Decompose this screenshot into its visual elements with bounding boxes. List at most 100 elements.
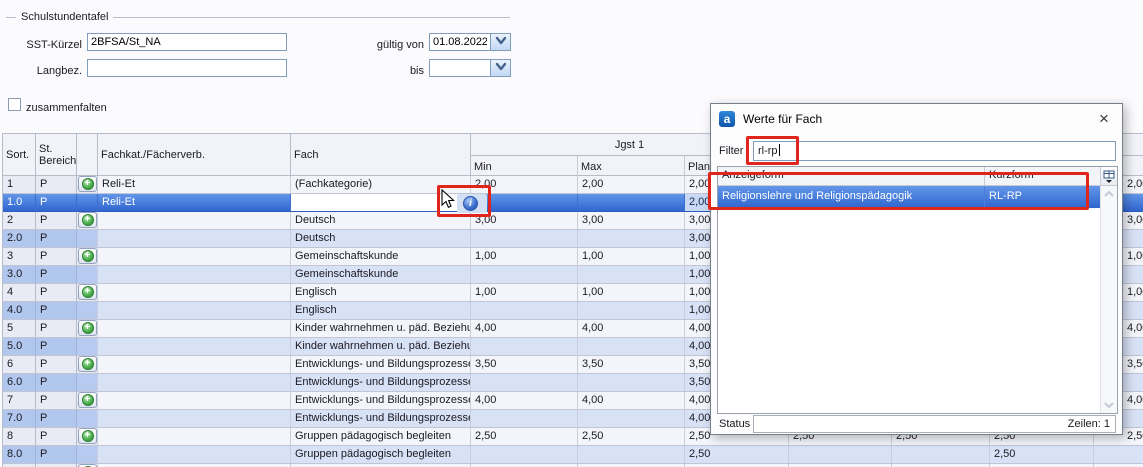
cell-max-jgst1[interactable] <box>578 374 685 392</box>
cell-bereich[interactable]: P <box>36 176 77 194</box>
cell-min-jgst1[interactable] <box>471 230 578 248</box>
add-subject-button-cell[interactable] <box>77 392 98 410</box>
add-subject-button-cell[interactable] <box>77 428 98 446</box>
cell-max-jgst1[interactable]: 3,00 <box>578 212 685 230</box>
add-subject-button-cell[interactable] <box>77 176 98 194</box>
cell-fach[interactable]: Englisch <box>291 284 471 302</box>
fach-edit-input[interactable] <box>292 195 460 210</box>
cell-bereich[interactable]: P <box>36 374 77 392</box>
cell-max-jgst1[interactable] <box>578 266 685 284</box>
cell-fach[interactable]: Entwicklungs- und Bildungsprozesse ... <box>291 410 471 428</box>
cell-fach[interactable]: Entwicklungs- und Bildungsprozesse ... <box>291 392 471 410</box>
cell-fach[interactable]: Gruppen pädagogisch begleiten <box>291 446 471 464</box>
scrollbar[interactable] <box>1100 186 1117 413</box>
filter-input[interactable]: rl-rp <box>753 141 1116 161</box>
cell-sort[interactable]: 7.0 <box>3 410 36 428</box>
cell-min-jgst1[interactable] <box>471 446 578 464</box>
cell-min-jgst1[interactable] <box>471 410 578 428</box>
cell-min-jgst1[interactable]: 1,00 <box>471 248 578 266</box>
sst-kuerzel-input[interactable] <box>87 33 287 51</box>
cell-fach[interactable]: Gemeinschaftskunde <box>291 266 471 284</box>
cell-fach[interactable]: Kinder wahrnehmen u. päd. Beziehun... <box>291 338 471 356</box>
cell-fach[interactable]: Gemeinschaftskunde <box>291 248 471 266</box>
cell-fachkat[interactable] <box>98 446 291 464</box>
cell-sort[interactable]: 8.0 <box>3 446 36 464</box>
add-subject-button[interactable] <box>78 428 97 444</box>
cell-fach[interactable]: Deutsch <box>291 230 471 248</box>
cell-fachkat[interactable]: Reli-Et <box>98 176 291 194</box>
cell-min-jgst1[interactable] <box>471 266 578 284</box>
cell-max-jgst1[interactable] <box>578 302 685 320</box>
cell-fachkat[interactable] <box>98 356 291 374</box>
cell-min-jgst1[interactable]: 2,50 <box>471 428 578 446</box>
add-subject-button-cell[interactable] <box>77 320 98 338</box>
cell-fach[interactable]: Entwicklungs- und Bildungsprozesse ... <box>291 356 471 374</box>
cell-sort[interactable]: 8 <box>3 428 36 446</box>
cell-bereich[interactable]: P <box>36 248 77 266</box>
cell-max-jgst1[interactable] <box>578 194 685 212</box>
table-row[interactable]: 8.0PGruppen pädagogisch begleiten2,502,5… <box>3 446 1143 464</box>
cell-fachkat[interactable] <box>98 212 291 230</box>
cell-sort[interactable]: 7 <box>3 392 36 410</box>
cell-max-jgst1[interactable] <box>578 410 685 428</box>
cell-sort[interactable]: 6.0 <box>3 374 36 392</box>
cell-bereich[interactable]: P <box>36 284 77 302</box>
cell-sort[interactable]: 6 <box>3 356 36 374</box>
cell-fachkat[interactable]: Reli-Et <box>98 194 291 212</box>
add-subject-button-cell[interactable] <box>77 356 98 374</box>
cell-fach[interactable]: Entwicklungs- und Bildungsprozesse ... <box>291 374 471 392</box>
cell-max-jgst1[interactable]: 2,00 <box>578 176 685 194</box>
add-subject-button[interactable] <box>78 356 97 372</box>
gueltig-von-dropdown-button[interactable] <box>491 33 511 51</box>
cell-bereich[interactable]: P <box>36 212 77 230</box>
gueltig-von-input[interactable] <box>429 33 491 51</box>
cell-sort[interactable]: 5.0 <box>3 338 36 356</box>
cell-max-jgst1[interactable]: 3,50 <box>578 356 685 374</box>
cell-bereich[interactable]: P <box>36 410 77 428</box>
cell-min-jgst1[interactable]: 1,00 <box>471 284 578 302</box>
cell-bereich[interactable]: P <box>36 356 77 374</box>
cell-fachkat[interactable] <box>98 428 291 446</box>
cell-min-jgst1[interactable] <box>471 302 578 320</box>
cell-fachkat[interactable] <box>98 248 291 266</box>
cell-max-jgst1[interactable]: 4,00 <box>578 392 685 410</box>
cell-min-jgst1[interactable]: 3,50 <box>471 356 578 374</box>
add-subject-button-cell[interactable] <box>77 212 98 230</box>
cell-fachkat[interactable] <box>98 230 291 248</box>
close-icon[interactable]: × <box>1094 109 1114 129</box>
cell-sort[interactable]: 3.0 <box>3 266 36 284</box>
add-subject-button[interactable] <box>78 248 97 264</box>
cell-plan-jgst1[interactable]: 2,50 <box>685 446 789 464</box>
add-subject-button-cell[interactable] <box>77 284 98 302</box>
scroll-down-icon[interactable] <box>1103 401 1115 409</box>
cell-bereich[interactable]: P <box>36 428 77 446</box>
cell-sort[interactable]: 2 <box>3 212 36 230</box>
cell-bereich[interactable]: P <box>36 392 77 410</box>
cell-min-jgst2[interactable] <box>789 446 892 464</box>
cell-bereich[interactable]: P <box>36 446 77 464</box>
scroll-up-icon[interactable] <box>1103 190 1115 198</box>
cell-fachkat[interactable] <box>98 320 291 338</box>
cell-sort[interactable]: 1.0 <box>3 194 36 212</box>
cell-min-jgst1[interactable]: 4,00 <box>471 320 578 338</box>
cell-sort[interactable]: 4.0 <box>3 302 36 320</box>
cell-fachkat[interactable] <box>98 392 291 410</box>
cell-bereich[interactable]: P <box>36 302 77 320</box>
cell-max-jgst2[interactable] <box>892 446 990 464</box>
cell-bereich[interactable]: P <box>36 230 77 248</box>
cell-fachkat[interactable] <box>98 266 291 284</box>
cell-fachkat[interactable] <box>98 284 291 302</box>
add-subject-button[interactable] <box>78 176 97 192</box>
langbez-input[interactable] <box>87 59 287 77</box>
add-subject-button[interactable] <box>78 212 97 228</box>
cell-max-jgst1[interactable] <box>578 446 685 464</box>
add-subject-button[interactable] <box>78 320 97 336</box>
cell-fachkat[interactable] <box>98 374 291 392</box>
cell-min-jgst1[interactable] <box>471 338 578 356</box>
cell-min-jgst1[interactable]: 4,00 <box>471 392 578 410</box>
cell-fach[interactable]: Gruppen pädagogisch begleiten <box>291 428 471 446</box>
cell-max-jgst1[interactable]: 4,00 <box>578 320 685 338</box>
cell-fach[interactable]: Kinder wahrnehmen u. päd. Beziehun... <box>291 320 471 338</box>
add-subject-button-cell[interactable] <box>77 248 98 266</box>
bis-dropdown-button[interactable] <box>491 59 511 77</box>
